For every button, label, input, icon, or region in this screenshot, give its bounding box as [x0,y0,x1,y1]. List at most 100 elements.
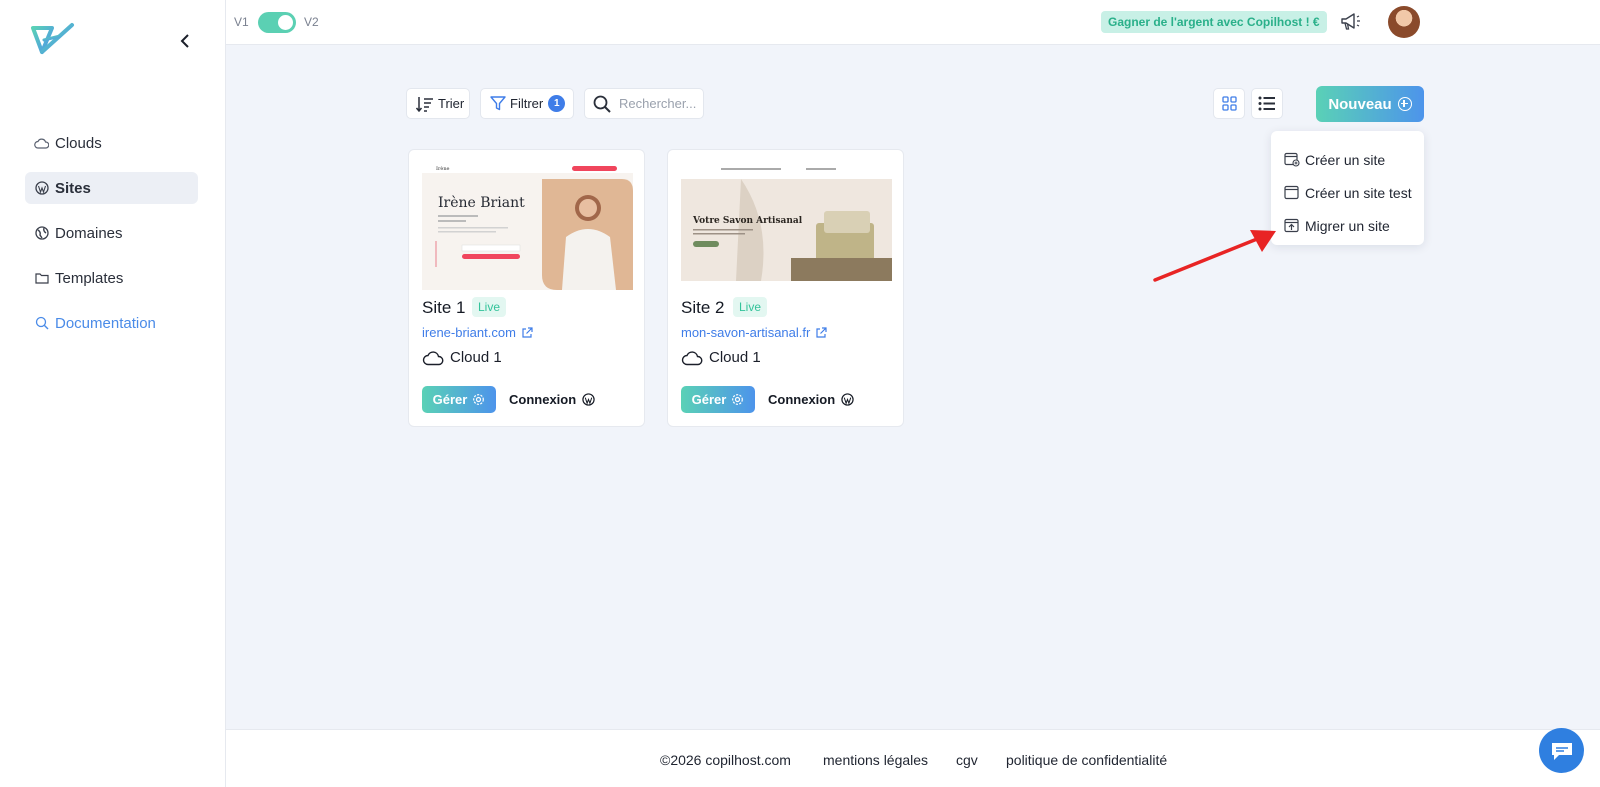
window-icon [1284,185,1299,200]
plus-circle-icon [1397,97,1412,111]
filter-button[interactable]: Filtrer 1 [480,88,574,119]
grid-icon [1221,96,1237,111]
sort-icon [416,96,433,112]
site-card: Votre Savon Artisanal Site 2 Live mon-sa… [667,149,904,427]
menu-item-create-test-site[interactable]: Créer un site test [1271,176,1424,209]
external-link-icon [816,326,827,338]
sidebar-item-label: Sites [55,179,91,197]
megaphone-icon[interactable] [1339,11,1363,33]
version-toggle[interactable] [258,12,296,33]
footer-legal-link[interactable]: mentions légales [823,752,928,768]
new-button[interactable]: Nouveau [1316,86,1424,122]
sort-label: Trier [438,96,465,111]
footer-cgv-link[interactable]: cgv [956,752,978,768]
site-url: irene-briant.com [422,325,516,340]
affiliate-promo-button[interactable]: Gagner de l'argent avec Copilhost ! € [1101,11,1327,33]
list-view-button[interactable] [1251,88,1283,119]
search-input[interactable] [619,96,703,111]
site-title: Site 2 [681,298,725,317]
toggle-knob [278,15,293,30]
sidebar-item-label: Documentation [55,314,156,332]
wordpress-icon [34,181,49,196]
sidebar-item-label: Clouds [55,134,102,152]
manage-button[interactable]: Gérer [422,386,496,413]
menu-item-label: Migrer un site [1305,217,1390,234]
site-preview-image: Votre Savon Artisanal [681,163,892,290]
footer-copyright-link[interactable]: ©2026 copilhost.com [660,752,791,768]
site-url-link[interactable]: irene-briant.com [422,325,533,340]
cloud-label: Cloud 1 [450,349,502,366]
sidebar-item-templates[interactable]: Templates [25,262,198,294]
status-badge: Live [733,297,768,317]
chevron-left-icon [180,34,189,48]
site-title: Site 1 [422,298,466,317]
wordpress-login-link[interactable]: Connexion [768,392,854,407]
search-box[interactable] [584,88,704,119]
sidebar-item-clouds[interactable]: Clouds [25,127,198,159]
footer-privacy-link[interactable]: politique de confidentialité [1006,752,1167,768]
version-v2-label: V2 [304,15,319,29]
thumb-heading: Votre Savon Artisanal [692,216,803,226]
sidebar: Clouds Sites Domaines Templates Document… [0,0,226,787]
sidebar-item-sites[interactable]: Sites [25,172,198,204]
external-link-icon [522,326,533,338]
chat-button[interactable] [1539,728,1584,773]
wordpress-icon [582,393,595,406]
login-label: Connexion [768,392,836,407]
topbar: V1 V2 Gagner de l'argent avec Copilhost … [226,0,1600,45]
gear-icon [732,394,744,405]
thumb-brand: Irène [436,165,450,172]
sort-button[interactable]: Trier [406,88,470,119]
logo-icon[interactable] [30,22,76,62]
sidebar-item-documentation[interactable]: Documentation [25,307,198,339]
filter-count-badge: 1 [548,95,566,112]
annotation-arrow [1153,230,1276,282]
cloud-icon [681,350,703,365]
menu-item-create-site[interactable]: Créer un site [1271,143,1424,176]
site-thumbnail[interactable]: Irène Irène Briant [422,163,633,290]
site-cloud: Cloud 1 [681,349,761,366]
site-preview-image: Irène Irène Briant [422,163,633,290]
grid-view-button[interactable] [1213,88,1245,119]
status-badge: Live [472,297,507,317]
site-thumbnail[interactable]: Votre Savon Artisanal [681,163,892,290]
wordpress-icon [841,393,854,406]
sidebar-item-label: Domaines [55,224,123,242]
search-icon [593,95,611,113]
new-button-label: Nouveau [1328,95,1392,113]
manage-label: Gérer [432,392,468,407]
menu-item-label: Créer un site test [1305,184,1412,201]
folder-icon [34,271,49,286]
cloud-icon [34,136,49,151]
calendar-add-icon [1284,152,1300,167]
sidebar-nav: Clouds Sites Domaines Templates Document… [25,127,198,352]
site-url-link[interactable]: mon-savon-artisanal.fr [681,325,827,340]
site-url: mon-savon-artisanal.fr [681,325,811,340]
site-card: Irène Irène Briant Site 1 Live irene-bri… [408,149,645,427]
menu-item-migrate-site[interactable]: Migrer un site [1271,209,1424,242]
footer: ©2026 copilhost.com mentions légales cgv… [226,729,1600,787]
chat-icon [1551,742,1572,760]
sidebar-item-label: Templates [55,269,124,287]
cloud-icon [422,350,444,365]
site-cloud: Cloud 1 [422,349,502,366]
search-icon [34,316,49,331]
globe-icon [34,226,49,241]
list-icon [1258,96,1275,111]
manage-button[interactable]: Gérer [681,386,755,413]
new-dropdown-menu: Créer un site Créer un site test Migrer … [1271,131,1424,245]
manage-label: Gérer [691,392,727,407]
sidebar-item-domaines[interactable]: Domaines [25,217,198,249]
user-avatar[interactable] [1388,6,1420,38]
filter-label: Filtrer [510,96,544,111]
version-v1-label: V1 [234,15,249,29]
gear-icon [473,394,485,405]
login-label: Connexion [509,392,577,407]
filter-icon [490,96,506,111]
cloud-label: Cloud 1 [709,349,761,366]
collapse-sidebar-button[interactable] [174,30,196,52]
thumb-heading: Irène Briant [438,195,525,211]
upload-box-icon [1284,218,1299,233]
wordpress-login-link[interactable]: Connexion [509,392,595,407]
menu-item-label: Créer un site [1305,151,1386,168]
